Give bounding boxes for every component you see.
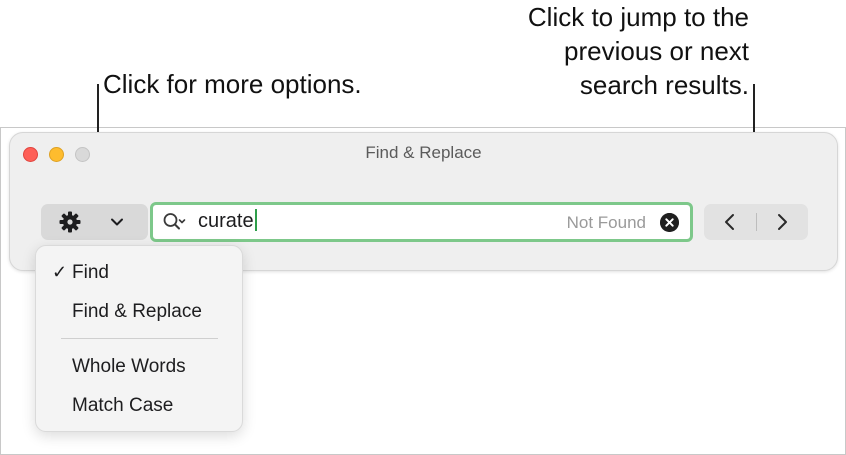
frame-left bbox=[0, 127, 1, 455]
clear-icon[interactable] bbox=[660, 213, 679, 232]
menu-item-match-case[interactable]: Match Case bbox=[72, 395, 173, 417]
frame-top bbox=[0, 127, 846, 128]
window-title: Find & Replace bbox=[365, 143, 482, 162]
callout-nav: Click to jump to the previous or next se… bbox=[528, 0, 749, 102]
search-field[interactable]: curate Not Found bbox=[150, 202, 693, 242]
magnifier-icon[interactable] bbox=[162, 211, 186, 235]
options-dropdown-menu: ✓ Find Find & Replace Whole Words Match … bbox=[35, 245, 243, 432]
chevron-left-icon bbox=[725, 214, 734, 230]
chevron-down-icon bbox=[111, 218, 123, 226]
menu-item-find[interactable]: ✓ Find bbox=[52, 262, 109, 284]
menu-item-label: Find & Replace bbox=[72, 301, 202, 322]
search-status: Not Found bbox=[566, 213, 646, 232]
options-menu-button[interactable] bbox=[41, 204, 148, 240]
menu-item-find-replace[interactable]: Find & Replace bbox=[72, 301, 202, 323]
search-input[interactable]: curate bbox=[198, 209, 257, 233]
search-value-text: curate bbox=[198, 210, 254, 232]
menu-item-whole-words[interactable]: Whole Words bbox=[72, 356, 186, 378]
callout-nav-line-3: search results. bbox=[579, 70, 749, 100]
gear-icon bbox=[59, 211, 81, 233]
menu-item-label: Match Case bbox=[72, 395, 174, 416]
menu-item-label: Whole Words bbox=[72, 356, 186, 377]
text-caret bbox=[254, 209, 257, 231]
callout-nav-line-2: previous or next bbox=[564, 36, 749, 66]
callout-nav-line-1: Click to jump to the bbox=[527, 2, 749, 32]
checkmark-icon: ✓ bbox=[52, 262, 68, 282]
next-result-button[interactable] bbox=[756, 204, 808, 240]
menu-separator bbox=[61, 338, 218, 339]
previous-result-button[interactable] bbox=[704, 204, 756, 240]
callout-options: Click for more options. bbox=[103, 69, 362, 99]
chevron-right-icon bbox=[778, 214, 787, 230]
result-navigation bbox=[704, 204, 808, 240]
menu-item-label: Find bbox=[72, 262, 109, 283]
